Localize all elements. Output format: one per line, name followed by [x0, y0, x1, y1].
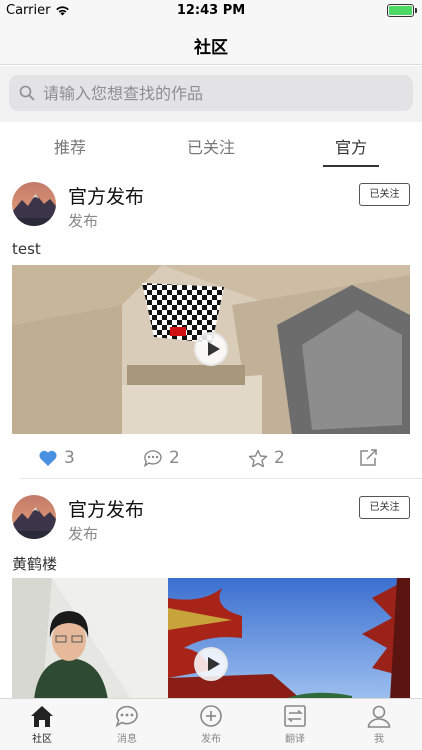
- search-input[interactable]: [43, 83, 383, 103]
- post-subtitle: 发布: [68, 525, 99, 543]
- tab-recommended[interactable]: 推荐: [20, 134, 120, 158]
- heart-icon: [39, 450, 57, 466]
- search-icon: [19, 85, 35, 101]
- comment-icon: [143, 450, 162, 467]
- favorite-count: 2: [274, 448, 285, 468]
- plus-circle-icon: [200, 705, 222, 727]
- tabbar-item-translate[interactable]: 翻译: [265, 704, 325, 745]
- post-subtitle: 发布: [68, 212, 99, 230]
- status-bar: Carrier 12:43 PM: [0, 0, 422, 22]
- translate-icon: [284, 705, 306, 727]
- search-bar[interactable]: [9, 75, 413, 111]
- author-name[interactable]: 官方发布: [68, 182, 144, 209]
- like-button[interactable]: 3: [38, 448, 75, 468]
- avatar[interactable]: [12, 495, 56, 539]
- chat-bubble-icon: [115, 705, 138, 728]
- play-button[interactable]: [194, 647, 228, 681]
- post-text: test: [12, 240, 41, 258]
- avatar[interactable]: [12, 182, 56, 226]
- status-time: 12:43 PM: [176, 3, 246, 18]
- battery-tip: [415, 8, 417, 13]
- star-icon: [248, 449, 268, 467]
- follow-button[interactable]: 已关注: [359, 183, 410, 206]
- tabbar-item-messages[interactable]: 消息: [97, 704, 157, 745]
- navigation-bar: 社区: [0, 22, 422, 65]
- battery-icon: [387, 4, 414, 17]
- user-icon: [367, 705, 391, 728]
- like-count: 3: [64, 448, 75, 468]
- page-title: 社区: [194, 38, 228, 58]
- author-name[interactable]: 官方发布: [68, 495, 144, 522]
- tabbar-label: 翻译: [285, 734, 305, 745]
- tab-active-indicator: [323, 165, 379, 167]
- video-thumbnail[interactable]: [12, 578, 410, 700]
- comment-count: 2: [169, 448, 180, 468]
- post-divider: [20, 478, 422, 479]
- follow-button[interactable]: 已关注: [359, 496, 410, 519]
- bottom-tab-bar: 社区 消息 发布 翻译 我: [0, 698, 422, 750]
- video-thumbnail[interactable]: [12, 265, 410, 434]
- post-actions: 3 2 2: [0, 442, 422, 474]
- post-text: 黄鹤楼: [12, 555, 58, 573]
- tabbar-item-publish[interactable]: 发布: [181, 704, 241, 745]
- search-section: [0, 66, 422, 122]
- tabbar-label: 发布: [201, 734, 221, 745]
- tabbar-label: 社区: [32, 734, 52, 745]
- tabbar-label: 消息: [117, 734, 137, 745]
- tab-official[interactable]: 官方: [301, 134, 401, 158]
- tabbar-item-me[interactable]: 我: [349, 704, 409, 745]
- home-icon: [31, 706, 53, 727]
- favorite-button[interactable]: 2: [248, 448, 285, 468]
- feed-tabs: 推荐 已关注 官方: [0, 122, 422, 168]
- tabbar-label: 我: [374, 734, 384, 745]
- share-icon: [360, 449, 377, 466]
- tab-following[interactable]: 已关注: [161, 134, 261, 158]
- comment-button[interactable]: 2: [143, 448, 180, 468]
- share-button[interactable]: [359, 448, 379, 467]
- play-button[interactable]: [194, 332, 228, 366]
- tabbar-item-community[interactable]: 社区: [12, 704, 72, 745]
